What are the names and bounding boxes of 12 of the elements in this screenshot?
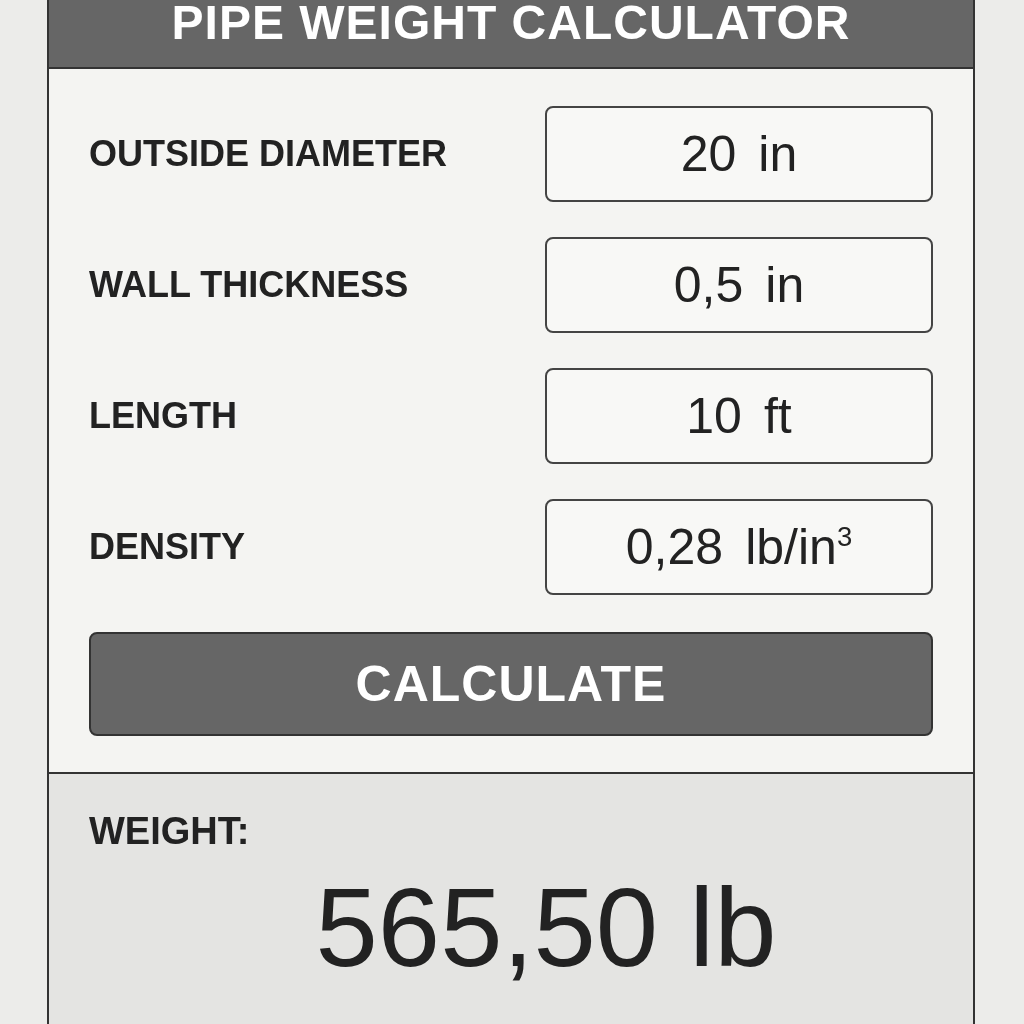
- field-label: OUTSIDE DIAMETER: [89, 133, 447, 175]
- field-label: WALL THICKNESS: [89, 264, 409, 306]
- input-field[interactable]: 0,5 in: [545, 237, 933, 333]
- field-label: LENGTH: [89, 395, 237, 437]
- result-label: WEIGHT:: [89, 810, 251, 853]
- input-field[interactable]: 20 in: [545, 106, 933, 202]
- calculate-button[interactable]: CALCULATE: [89, 632, 933, 736]
- app-title: PIPE WEIGHT CALCULATOR: [171, 0, 851, 49]
- result-value: 565,50 lb: [315, 864, 777, 992]
- input-field[interactable]: 10 ft: [545, 368, 933, 464]
- input-field[interactable]: 0,28 lb/in$^{3}$: [545, 499, 933, 595]
- field-label: DENSITY: [89, 526, 246, 568]
